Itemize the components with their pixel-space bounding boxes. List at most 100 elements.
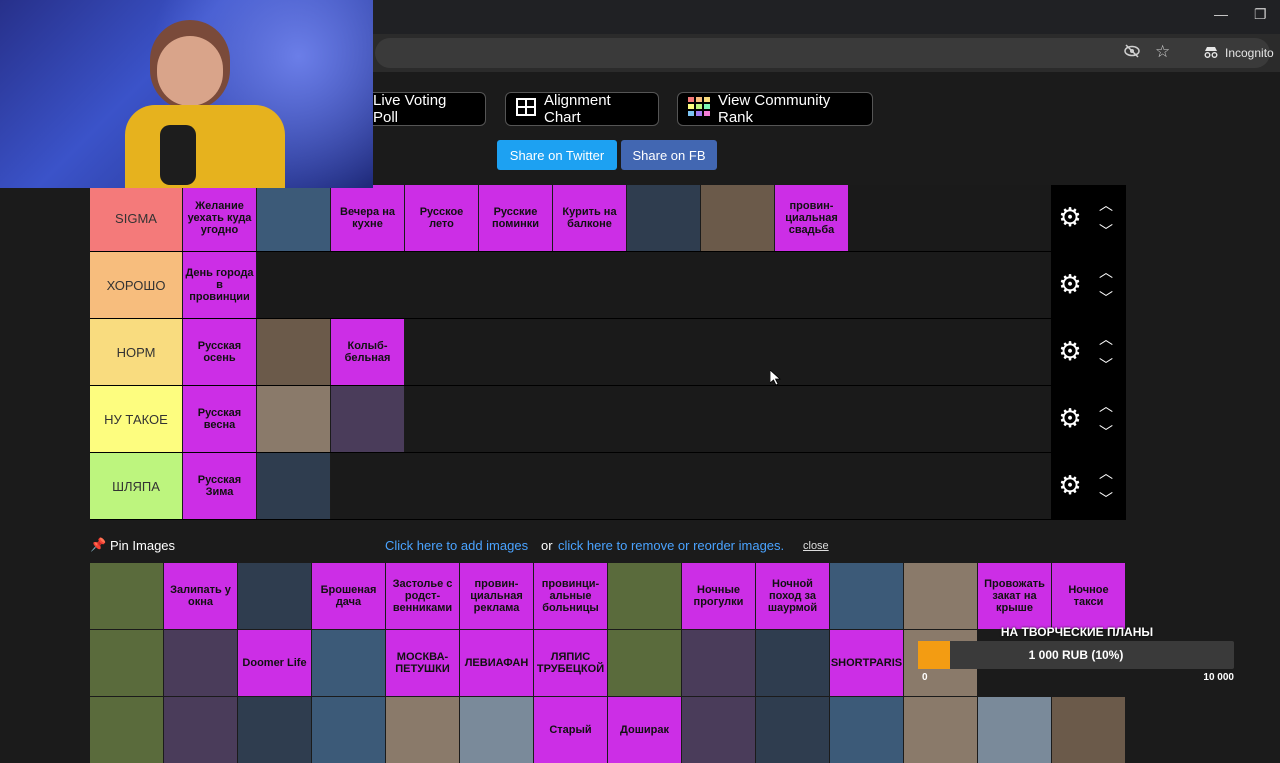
pool-image-tile[interactable]: [682, 697, 756, 763]
tier-image-tile[interactable]: [257, 386, 331, 452]
chevron-down-icon[interactable]: ﹀: [1096, 355, 1116, 375]
pool-image-tile[interactable]: [238, 563, 312, 629]
pool-text-tile[interactable]: МОСКВА-ПЕТУШКИ: [386, 630, 460, 696]
tier-image-tile[interactable]: [701, 185, 775, 251]
tier-text-tile[interactable]: Курить на балконе: [553, 185, 627, 251]
tier-items: Русская осень Колыб-бельная: [183, 319, 405, 385]
tier-image-tile[interactable]: [331, 386, 405, 452]
tier-text-tile[interactable]: Русская весна: [183, 386, 257, 452]
tier-label[interactable]: ШЛЯПА: [90, 453, 182, 519]
tier-text-tile[interactable]: Русские поминки: [479, 185, 553, 251]
chevron-down-icon[interactable]: ﹀: [1096, 221, 1116, 241]
share-twitter-button[interactable]: Share on Twitter: [497, 140, 617, 170]
pool-image-tile[interactable]: [756, 697, 830, 763]
tier-image-tile[interactable]: [257, 185, 331, 251]
pool-image-tile[interactable]: [312, 697, 386, 763]
tier-text-tile[interactable]: Желание уехать куда угодно: [183, 185, 257, 251]
pool-image-tile[interactable]: [386, 697, 460, 763]
live-voting-poll-button[interactable]: Live Voting Poll: [362, 92, 486, 126]
pool-image-tile[interactable]: [682, 630, 756, 696]
tier-text-tile[interactable]: Русская Зима: [183, 453, 257, 519]
pool-image-tile[interactable]: [978, 697, 1052, 763]
pool-text-tile[interactable]: Doomer Life: [238, 630, 312, 696]
chevron-up-icon[interactable]: ︿: [1096, 195, 1116, 215]
pool-image-tile[interactable]: [238, 697, 312, 763]
pool-image-tile[interactable]: [1052, 697, 1126, 763]
pool-image-tile[interactable]: [90, 563, 164, 629]
pool-image-tile[interactable]: [830, 563, 904, 629]
tier-items: Русская Зима: [183, 453, 331, 519]
share-fb-button[interactable]: Share on FB: [621, 140, 717, 170]
pool-image-tile[interactable]: [312, 630, 386, 696]
pool-text-tile[interactable]: Ночное такси: [1052, 563, 1126, 629]
chevron-up-icon[interactable]: ︿: [1096, 396, 1116, 416]
alignment-chart-button[interactable]: Alignment Chart: [505, 92, 659, 126]
grid-icon: [516, 98, 536, 120]
tier-image-tile[interactable]: [257, 453, 331, 519]
pool-image-tile[interactable]: [830, 697, 904, 763]
tier-text-tile[interactable]: Русская осень: [183, 319, 257, 385]
or-text: or: [541, 538, 553, 553]
tier-controls: ⚙ ︿ ﹀: [1051, 319, 1126, 385]
incognito-indicator[interactable]: Incognito: [1197, 38, 1277, 68]
gear-icon[interactable]: ⚙: [1057, 204, 1083, 230]
pool-text-tile[interactable]: Залипать у окна: [164, 563, 238, 629]
pool-text-tile[interactable]: Ночные прогулки: [682, 563, 756, 629]
chevron-down-icon[interactable]: ﹀: [1096, 288, 1116, 308]
pool-text-tile[interactable]: ЛЕВИАФАН: [460, 630, 534, 696]
eye-off-icon[interactable]: [1124, 44, 1140, 62]
pool-text-tile[interactable]: провинци-альные больницы: [534, 563, 608, 629]
tier-label[interactable]: НОРМ: [90, 319, 182, 385]
gear-icon[interactable]: ⚙: [1057, 405, 1083, 431]
tier-text-tile[interactable]: Колыб-бельная: [331, 319, 405, 385]
pool-text-tile[interactable]: Ночной поход за шаурмой: [756, 563, 830, 629]
add-images-link[interactable]: Click here to add images: [385, 538, 528, 553]
remove-images-link[interactable]: click here to remove or reorder images.: [558, 538, 784, 553]
pool-image-tile[interactable]: [904, 697, 978, 763]
minimize-button[interactable]: —: [1214, 6, 1228, 22]
pool-text-tile[interactable]: Брошеная дача: [312, 563, 386, 629]
view-community-rank-label: View Community Rank: [718, 92, 831, 126]
pool-text-tile[interactable]: ЛЯПИС ТРУБЕЦКОЙ: [534, 630, 608, 696]
tier-text-tile[interactable]: День города в провинции: [183, 252, 257, 318]
tier-text-tile[interactable]: провин-циальная свадьба: [775, 185, 849, 251]
pool-text-tile[interactable]: провин-циальная реклама: [460, 563, 534, 629]
pool-image-tile[interactable]: [164, 630, 238, 696]
pool-image-tile[interactable]: [460, 697, 534, 763]
pool-image-tile[interactable]: [608, 563, 682, 629]
gear-icon[interactable]: ⚙: [1057, 338, 1083, 364]
chevron-down-icon[interactable]: ﹀: [1096, 422, 1116, 442]
restore-button[interactable]: ❐: [1254, 6, 1267, 23]
pool-text-tile[interactable]: Провожать закат на крыше: [978, 563, 1052, 629]
tier-image-tile[interactable]: [627, 185, 701, 251]
tier-controls: ⚙ ︿ ﹀: [1051, 252, 1126, 318]
gear-icon[interactable]: ⚙: [1057, 271, 1083, 297]
chevron-up-icon[interactable]: ︿: [1096, 463, 1116, 483]
pool-image-tile[interactable]: [608, 630, 682, 696]
tier-label[interactable]: ХОРОШО: [90, 252, 182, 318]
tier-row: НУ ТАКОЕ Русская весна ⚙ ︿ ﹀: [90, 386, 1126, 453]
pool-text-tile[interactable]: Старый: [534, 697, 608, 763]
view-community-rank-button[interactable]: View Community Rank: [677, 92, 873, 126]
tier-text-tile[interactable]: Русское лето: [405, 185, 479, 251]
chevron-up-icon[interactable]: ︿: [1096, 262, 1116, 282]
tier-label[interactable]: НУ ТАКОЕ: [90, 386, 182, 452]
pool-image-tile[interactable]: [164, 697, 238, 763]
pool-image-tile[interactable]: [904, 563, 978, 629]
close-link[interactable]: close: [803, 540, 829, 552]
pool-image-tile[interactable]: [90, 697, 164, 763]
pool-text-tile[interactable]: Доширак: [608, 697, 682, 763]
gear-icon[interactable]: ⚙: [1057, 472, 1083, 498]
tier-controls: ⚙ ︿ ﹀: [1051, 386, 1126, 452]
pool-text-tile[interactable]: Застолье с родст-венниками: [386, 563, 460, 629]
tier-text-tile[interactable]: Вечера на кухне: [331, 185, 405, 251]
live-voting-poll-label: Live Voting Poll: [373, 92, 447, 126]
tier-label[interactable]: SIGMA: [90, 185, 182, 251]
pool-text-tile[interactable]: SHORTPARIS: [830, 630, 904, 696]
pool-image-tile[interactable]: [90, 630, 164, 696]
chevron-up-icon[interactable]: ︿: [1096, 329, 1116, 349]
pool-image-tile[interactable]: [756, 630, 830, 696]
star-icon[interactable]: ☆: [1155, 42, 1170, 62]
tier-image-tile[interactable]: [257, 319, 331, 385]
chevron-down-icon[interactable]: ﹀: [1096, 489, 1116, 509]
